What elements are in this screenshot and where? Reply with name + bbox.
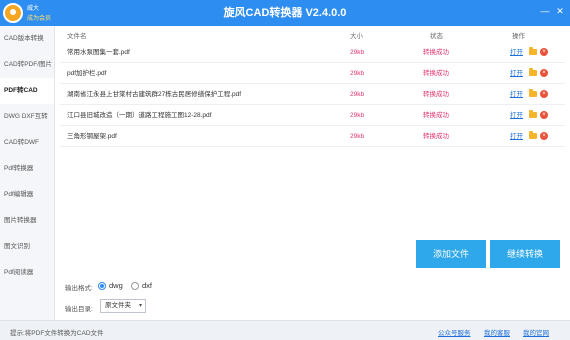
customer-service-link[interactable]: 我的客服	[484, 327, 510, 337]
sidebar-item-dwg-dxf[interactable]: DWG DXF互转	[0, 104, 54, 130]
output-dir-select[interactable]: 原文件夹 ▾	[100, 299, 146, 313]
file-status: 转换成功	[423, 70, 449, 77]
radio-dwg[interactable]	[98, 282, 106, 290]
file-size: 29kb	[350, 91, 365, 98]
folder-icon[interactable]	[529, 110, 537, 118]
open-link[interactable]: 打开	[510, 105, 523, 126]
open-link[interactable]: 打开	[510, 63, 523, 84]
column-header-name: 文件名	[67, 33, 87, 40]
radio-dxf-label[interactable]: dxf	[142, 281, 152, 290]
folder-icon[interactable]	[529, 89, 537, 97]
file-name: 江口县旧城改造（一期）道路工程施工图12-28.pdf	[67, 112, 212, 119]
sidebar-item-pdf-converter[interactable]: Pdf转换器	[0, 156, 54, 182]
file-table-header: 文件名 大小 状态 操作	[60, 30, 565, 41]
delete-icon[interactable]: ×	[540, 48, 548, 56]
file-size: 29kb	[350, 112, 365, 119]
file-name: 常用水泵图集一套.pdf	[67, 49, 130, 56]
open-link[interactable]: 打开	[510, 84, 523, 105]
file-size: 29kb	[350, 70, 365, 77]
sidebar-item-ocr[interactable]: 图文识别	[0, 234, 54, 260]
delete-icon[interactable]: ×	[540, 90, 548, 98]
sidebar-item-image-converter[interactable]: 图片转换器	[0, 208, 54, 234]
status-bar: 提示:将PDF文件转换为CAD文件 公众号服务 我的客服 我的官网	[0, 320, 570, 340]
table-row: 三角形钢屋架.pdf 29kb 转换成功 打开 ×	[60, 126, 565, 147]
file-name: 三角形钢屋架.pdf	[67, 133, 117, 140]
output-dir-label: 输出目录:	[65, 306, 93, 313]
delete-icon[interactable]: ×	[540, 69, 548, 77]
official-site-link[interactable]: 我的官网	[523, 327, 549, 337]
file-status: 转换成功	[423, 49, 449, 56]
file-size: 29kb	[350, 49, 365, 56]
column-header-actions: 操作	[512, 33, 525, 40]
table-row: 江口县旧城改造（一期）道路工程施工图12-28.pdf 29kb 转换成功 打开…	[60, 105, 565, 126]
folder-icon[interactable]	[529, 131, 537, 139]
file-name: pdf加护栏.pdf	[67, 70, 107, 77]
open-link[interactable]: 打开	[510, 42, 523, 63]
output-format-label: 输出格式:	[65, 285, 93, 292]
file-status: 转换成功	[423, 91, 449, 98]
folder-icon[interactable]	[529, 68, 537, 76]
status-tip: 提示:将PDF文件转换为CAD文件	[10, 330, 104, 337]
file-status: 转换成功	[423, 133, 449, 140]
sidebar-item-pdf-to-cad[interactable]: PDF转CAD	[0, 78, 54, 104]
column-header-status: 状态	[430, 33, 443, 40]
sidebar-item-cad-to-dwf[interactable]: CAD转DWF	[0, 130, 54, 156]
title-bar: 威大 成为会员 旋风CAD转换器 V2.4.0.0 — ✕	[0, 0, 570, 26]
radio-dwg-label[interactable]: dwg	[109, 281, 123, 290]
add-file-button[interactable]: 添加文件	[416, 240, 486, 268]
column-header-size: 大小	[350, 33, 363, 40]
folder-icon[interactable]	[529, 47, 537, 55]
official-account-link[interactable]: 公众号服务	[438, 327, 471, 337]
output-dir-value: 原文件夹	[105, 302, 131, 309]
minimize-button[interactable]: —	[539, 5, 551, 17]
file-status: 转换成功	[423, 112, 449, 119]
delete-icon[interactable]: ×	[540, 111, 548, 119]
table-row: 湖南省江永县上甘棠村古建筑群27栋古民居修缮保护工程.pdf 29kb 转换成功…	[60, 84, 565, 105]
delete-icon[interactable]: ×	[540, 132, 548, 140]
table-row: 常用水泵图集一套.pdf 29kb 转换成功 打开 ×	[60, 42, 565, 63]
continue-convert-button[interactable]: 继续转换	[490, 240, 560, 268]
chevron-down-icon: ▾	[138, 303, 142, 309]
file-size: 29kb	[350, 133, 365, 140]
sidebar: CAD版本转换 CAD转PDF/图片 PDF转CAD DWG DXF互转 CAD…	[0, 26, 55, 320]
radio-dxf[interactable]	[131, 282, 139, 290]
sidebar-item-pdf-editor[interactable]: Pdf编辑器	[0, 182, 54, 208]
sidebar-item-cad-version[interactable]: CAD版本转换	[0, 26, 54, 52]
sidebar-item-cad-to-pdf[interactable]: CAD转PDF/图片	[0, 52, 54, 78]
open-link[interactable]: 打开	[510, 126, 523, 147]
app-title: 旋风CAD转换器 V2.4.0.0	[223, 7, 347, 19]
file-name: 湖南省江永县上甘棠村古建筑群27栋古民居修缮保护工程.pdf	[67, 91, 242, 98]
table-row: pdf加护栏.pdf 29kb 转换成功 打开 ×	[60, 63, 565, 84]
sidebar-item-pdf-reader[interactable]: Pdf阅读器	[0, 260, 54, 286]
close-button[interactable]: ✕	[554, 5, 566, 17]
